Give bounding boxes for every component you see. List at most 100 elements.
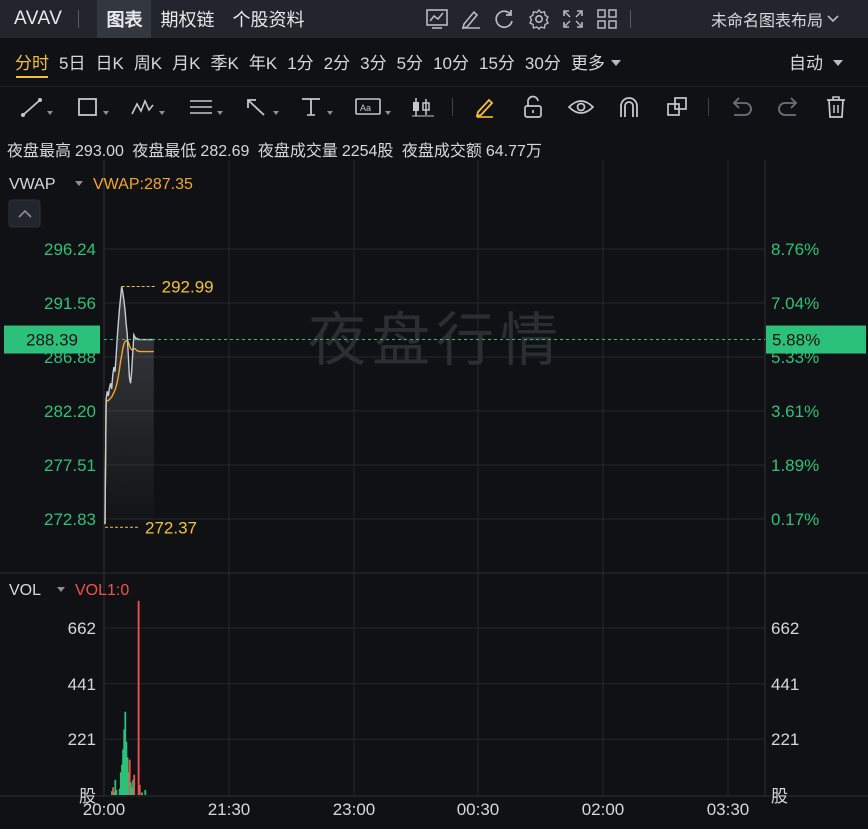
candle-icon[interactable] bbox=[408, 87, 438, 127]
caret-down-icon bbox=[610, 51, 621, 71]
period-yearly[interactable]: 年K bbox=[244, 42, 282, 80]
period-30min[interactable]: 30分 bbox=[520, 42, 566, 80]
volume-tick-label: 221 bbox=[771, 730, 799, 749]
period-intraday[interactable]: 分时 bbox=[10, 42, 54, 80]
percent-tick-label: 3.61% bbox=[771, 402, 819, 421]
period-5min[interactable]: 5分 bbox=[392, 42, 428, 80]
auto-label: 自动 bbox=[789, 53, 823, 73]
vol-indicator-value: VOL1:0 bbox=[75, 582, 129, 599]
caret-down-icon bbox=[833, 51, 843, 71]
unlock-icon[interactable] bbox=[518, 87, 548, 127]
volume-tick-label: 441 bbox=[771, 675, 799, 694]
top-bar: AVAV 图表 期权链 个股资料 未命名图表布局 bbox=[0, 0, 868, 38]
settings-icon[interactable] bbox=[522, 0, 556, 38]
layout-name-label: 未命名图表布局 bbox=[711, 13, 824, 30]
edit-icon[interactable] bbox=[454, 0, 488, 38]
refresh-icon[interactable] bbox=[488, 0, 522, 38]
eye-icon[interactable] bbox=[564, 87, 598, 127]
divider bbox=[452, 98, 453, 116]
period-quarterly[interactable]: 季K bbox=[206, 42, 244, 80]
undo-icon[interactable] bbox=[724, 87, 758, 127]
period-10min[interactable]: 10分 bbox=[428, 42, 474, 80]
text-tool-icon[interactable] bbox=[296, 87, 336, 127]
price-tick-label: 291.56 bbox=[44, 294, 96, 313]
volume-tick-label: 662 bbox=[68, 619, 96, 638]
price-tick-label: 272.83 bbox=[44, 510, 96, 529]
period-5d[interactable]: 5日 bbox=[54, 42, 90, 80]
caret-down-icon[interactable] bbox=[75, 181, 83, 186]
wave-icon[interactable] bbox=[128, 87, 168, 127]
volume-tick-label: 221 bbox=[68, 730, 96, 749]
current-percent-value: 5.88% bbox=[772, 331, 820, 350]
time-tick-label: 21:30 bbox=[208, 800, 251, 819]
tab-chart[interactable]: 图表 bbox=[97, 0, 152, 38]
volume-area bbox=[111, 600, 147, 795]
volume-tick-label: 662 bbox=[771, 619, 799, 638]
period-bar: 分时 5日 日K 周K 月K 季K 年K 1分 2分 3分 5分 10分 15分… bbox=[0, 42, 868, 80]
high-label: 夜盘最高 bbox=[7, 143, 72, 160]
layout-selector[interactable]: 未命名图表布局 bbox=[711, 0, 839, 38]
tab-options-chain[interactable]: 期权链 bbox=[151, 0, 223, 38]
percent-tick-label: 0.17% bbox=[771, 510, 819, 529]
rectangle-icon[interactable] bbox=[74, 87, 112, 127]
volume-label: 夜盘成交量 bbox=[257, 143, 338, 160]
volume-tick-label: 441 bbox=[68, 675, 96, 694]
low-value: 282.69 bbox=[200, 143, 250, 160]
line-chart-icon[interactable] bbox=[420, 0, 454, 38]
current-price-value: 288.39 bbox=[26, 331, 78, 350]
volume-bar bbox=[133, 774, 136, 795]
svg-text:Aa: Aa bbox=[360, 103, 371, 113]
price-tick-label: 282.20 bbox=[44, 402, 96, 421]
price-volume-chart[interactable]: 夜盘行情 292.99272.37 296.24 8.76%291.56 7.04%… bbox=[0, 160, 868, 829]
time-tick-label: 03:30 bbox=[707, 800, 750, 819]
trash-icon[interactable] bbox=[820, 87, 852, 127]
layers-icon[interactable] bbox=[662, 87, 692, 127]
volume-unit-label: 股 bbox=[771, 787, 788, 806]
vwap-indicator-name[interactable]: VWAP bbox=[9, 176, 56, 193]
ticker-symbol: AVAV bbox=[14, 8, 63, 29]
period-weekly[interactable]: 周K bbox=[129, 42, 167, 80]
period-daily[interactable]: 日K bbox=[90, 42, 128, 80]
top-icon-group bbox=[420, 0, 631, 38]
percent-tick-label: 1.89% bbox=[771, 456, 819, 475]
time-tick-label: 23:00 bbox=[333, 800, 376, 819]
auto-scale-selector[interactable]: 自动 bbox=[789, 42, 843, 80]
grid-layout-icon[interactable] bbox=[590, 0, 624, 38]
volume-bar bbox=[144, 790, 147, 795]
divider bbox=[78, 10, 80, 28]
trend-line-icon[interactable] bbox=[18, 87, 56, 127]
volume-bar bbox=[137, 600, 140, 795]
vol-indicator-name[interactable]: VOL bbox=[9, 582, 41, 599]
amount-label: 夜盘成交额 bbox=[401, 143, 482, 160]
low-label: 夜盘最低 bbox=[132, 143, 197, 160]
volume-bar bbox=[115, 790, 118, 795]
price-tick-label: 296.24 bbox=[44, 240, 96, 259]
period-monthly[interactable]: 月K bbox=[167, 42, 205, 80]
high-value: 293.00 bbox=[75, 143, 124, 160]
period-2min[interactable]: 2分 bbox=[319, 42, 355, 80]
tab-stock-profile[interactable]: 个股资料 bbox=[223, 0, 313, 38]
period-3min[interactable]: 3分 bbox=[355, 42, 391, 80]
redo-icon[interactable] bbox=[772, 87, 806, 127]
arrow-icon[interactable] bbox=[242, 87, 282, 127]
vwap-indicator-value: VWAP:287.35 bbox=[93, 176, 193, 193]
volume-bar bbox=[141, 792, 143, 795]
fibonacci-icon[interactable] bbox=[186, 87, 226, 127]
app-window: AVAV 图表 期权链 个股资料 未命名图表布局 分时 5日 日K 周K 月K … bbox=[0, 0, 868, 829]
divider bbox=[708, 98, 709, 116]
more-label: 更多 bbox=[570, 53, 605, 73]
magnet-icon[interactable] bbox=[614, 87, 644, 127]
period-15min[interactable]: 15分 bbox=[474, 42, 520, 80]
chevron-down-icon bbox=[827, 10, 839, 28]
time-tick-label: 02:00 bbox=[582, 800, 625, 819]
period-more[interactable]: 更多 bbox=[566, 42, 626, 80]
percent-tick-label: 8.76% bbox=[771, 240, 819, 259]
collapse-button[interactable] bbox=[8, 199, 41, 228]
period-1min[interactable]: 1分 bbox=[282, 42, 318, 80]
pencil-icon[interactable] bbox=[470, 87, 500, 127]
caret-down-icon[interactable] bbox=[57, 587, 65, 592]
low-marker-label: 272.37 bbox=[145, 518, 197, 537]
fullscreen-icon[interactable] bbox=[556, 0, 590, 38]
label-icon[interactable]: Aa bbox=[352, 87, 394, 127]
high-marker-label: 292.99 bbox=[162, 277, 214, 296]
